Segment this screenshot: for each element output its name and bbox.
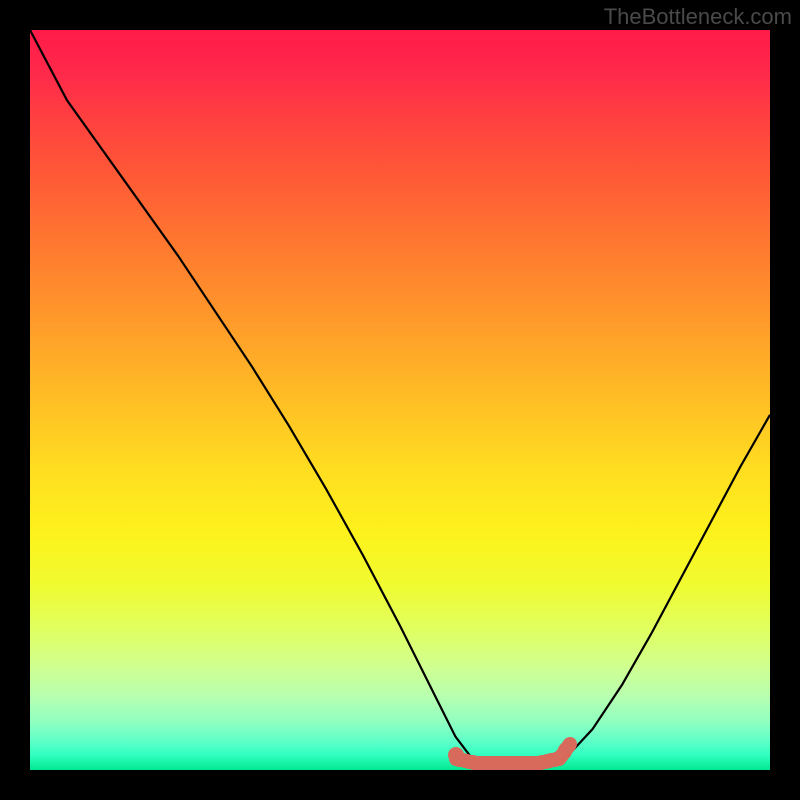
plot-area [30, 30, 770, 770]
highlight-lead-dot [448, 747, 464, 763]
watermark-text: TheBottleneck.com [604, 4, 792, 30]
highlight-markers [30, 30, 770, 770]
